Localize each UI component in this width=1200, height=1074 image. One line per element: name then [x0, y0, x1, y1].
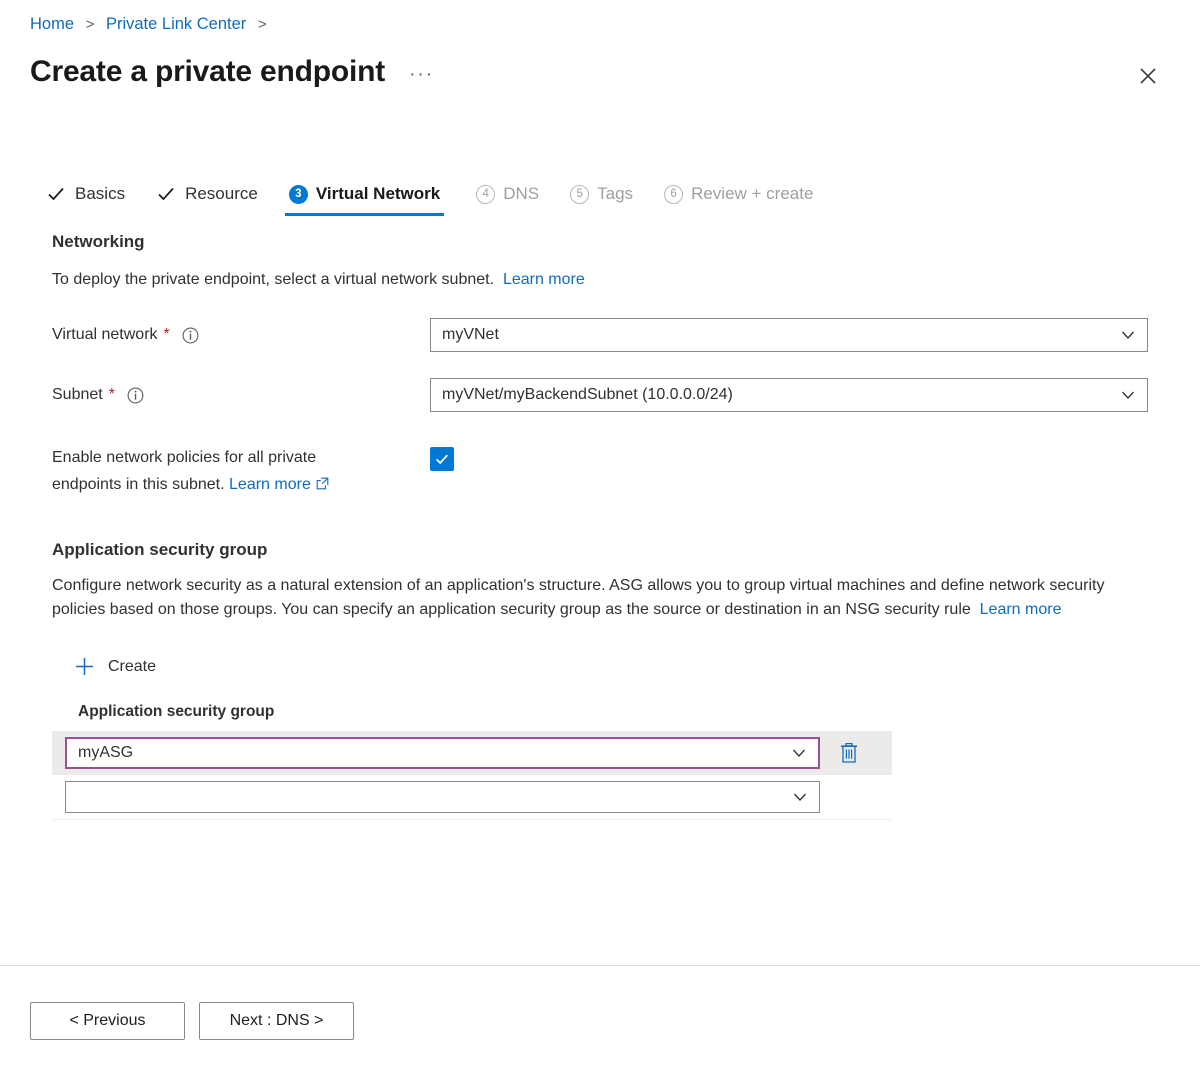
check-icon	[156, 184, 176, 204]
more-options-button[interactable]: ···	[405, 64, 438, 86]
next-dns-button[interactable]: Next : DNS >	[199, 1002, 354, 1040]
footer-divider	[0, 965, 1200, 966]
networking-description: To deploy the private endpoint, select a…	[52, 268, 1152, 292]
chevron-down-icon	[791, 745, 807, 761]
asg-heading: Application security group	[52, 540, 268, 559]
plus-icon	[74, 656, 95, 677]
breadcrumb-separator-trailing: >	[257, 16, 267, 33]
external-link-icon	[316, 472, 329, 490]
asg-dropdown-2[interactable]	[65, 781, 820, 813]
chevron-down-icon	[1120, 327, 1136, 343]
tab-review-create[interactable]: 6 Review + create	[660, 178, 817, 216]
networking-description-text: To deploy the private endpoint, select a…	[52, 271, 495, 288]
chevron-down-icon	[1120, 387, 1136, 403]
tab-basics[interactable]: Basics	[42, 178, 129, 216]
virtual-network-label-text: Virtual network	[52, 326, 158, 343]
step-number-badge: 4	[476, 184, 496, 204]
asg-column-header: Application security group	[78, 703, 275, 720]
main-content: Networking To deploy the private endpoin…	[0, 232, 1200, 820]
breadcrumb-item-private-link-center[interactable]: Private Link Center	[106, 15, 246, 33]
tab-label-review-create: Review + create	[691, 184, 814, 203]
close-icon[interactable]	[1132, 60, 1164, 92]
asg-value-1: myASG	[78, 744, 134, 761]
page-title: Create a private endpoint	[30, 55, 386, 88]
tab-tags[interactable]: 5 Tags	[566, 178, 637, 216]
tab-label-virtual-network: Virtual Network	[315, 184, 441, 203]
network-policies-label: Enable network policies for all private …	[52, 444, 430, 498]
subnet-label-text: Subnet	[52, 386, 103, 403]
asg-description-text: Configure network security as a natural …	[52, 577, 1105, 618]
subnet-dropdown[interactable]: myVNet/myBackendSubnet (10.0.0.0/24)	[430, 378, 1148, 412]
asg-description: Configure network security as a natural …	[52, 574, 1152, 622]
wizard-tabs: Basics Resource 3 Virtual Network 4 DNS …	[42, 176, 840, 216]
step-number-badge: 5	[570, 184, 590, 204]
virtual-network-value: myVNet	[442, 326, 499, 343]
chevron-down-icon	[792, 789, 808, 805]
breadcrumb-separator: >	[85, 16, 95, 33]
tab-virtual-network[interactable]: 3 Virtual Network	[284, 178, 445, 216]
footer-actions: < Previous Next : DNS >	[30, 1002, 354, 1040]
asg-row	[52, 775, 892, 819]
step-number-badge: 6	[664, 184, 684, 204]
required-marker: *	[163, 326, 170, 343]
subnet-label: Subnet *	[52, 386, 430, 404]
info-icon[interactable]	[127, 387, 144, 404]
virtual-network-label: Virtual network *	[52, 326, 430, 344]
asg-dropdown-1[interactable]: myASG	[65, 737, 820, 769]
tab-label-tags: Tags	[597, 184, 634, 203]
required-marker: *	[108, 386, 115, 403]
network-policies-row: Enable network policies for all private …	[52, 444, 1170, 498]
tab-label-resource: Resource	[185, 184, 258, 203]
asg-row: myASG	[52, 731, 892, 775]
asg-learn-more-link[interactable]: Learn more	[980, 601, 1062, 618]
tab-label-dns: DNS	[503, 184, 540, 203]
breadcrumb-item-home[interactable]: Home	[30, 15, 74, 33]
breadcrumb: Home > Private Link Center >	[30, 14, 274, 35]
subnet-field-row: Subnet * myVNet/myBackendSubnet (10.0.0.…	[52, 378, 1170, 412]
tab-dns[interactable]: 4 DNS	[472, 178, 543, 216]
create-asg-button[interactable]: Create	[74, 656, 156, 677]
step-number-badge: 3	[288, 184, 308, 204]
network-policies-label-line2: endpoints in this subnet.	[52, 476, 225, 493]
tab-resource[interactable]: Resource	[152, 178, 262, 216]
network-policies-checkbox[interactable]	[430, 447, 454, 471]
virtual-network-field-row: Virtual network * myVNet	[52, 318, 1170, 352]
tab-label-basics: Basics	[75, 184, 126, 203]
delete-asg-icon[interactable]	[838, 741, 860, 765]
network-policies-label-line1: Enable network policies for all private	[52, 449, 317, 466]
title-row: Create a private endpoint ···	[30, 53, 438, 91]
previous-button[interactable]: < Previous	[30, 1002, 185, 1040]
asg-list: myASG	[52, 731, 892, 820]
virtual-network-dropdown[interactable]: myVNet	[430, 318, 1148, 352]
subnet-value: myVNet/myBackendSubnet (10.0.0.0/24)	[442, 386, 733, 403]
networking-learn-more-link[interactable]: Learn more	[503, 271, 585, 288]
info-icon[interactable]	[182, 327, 199, 344]
check-icon	[46, 184, 66, 204]
network-policies-learn-more-link[interactable]: Learn more	[229, 476, 311, 493]
create-asg-label: Create	[108, 657, 157, 675]
networking-heading: Networking	[52, 232, 145, 251]
